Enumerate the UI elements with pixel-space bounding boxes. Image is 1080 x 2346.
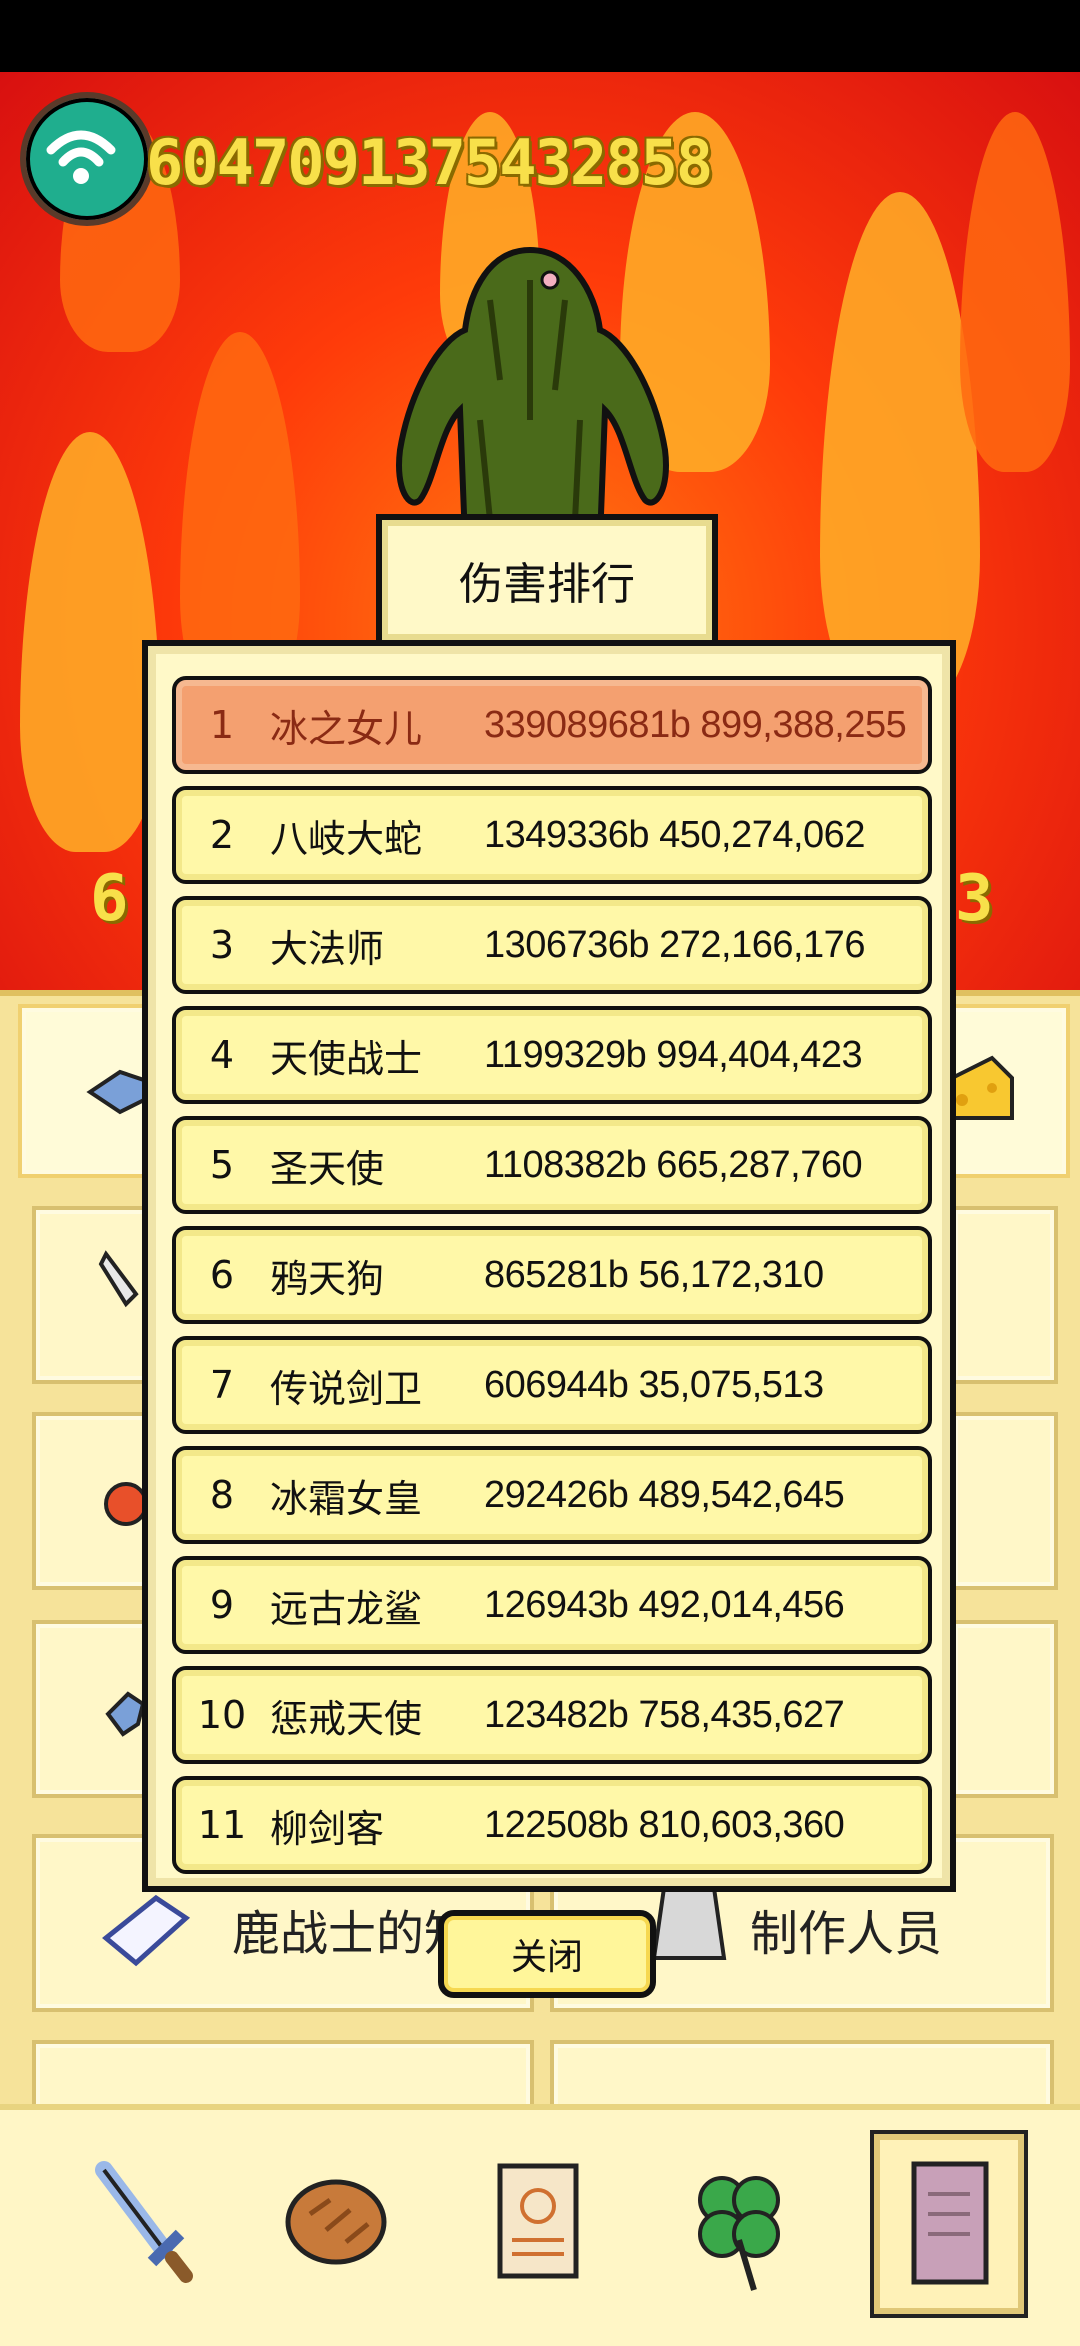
dagger-icon: [98, 1250, 139, 1308]
ranking-row[interactable]: 4 天使战士 1199329b 994,404,423: [172, 1006, 932, 1104]
close-button[interactable]: 关闭: [438, 1910, 656, 1998]
tab-sword[interactable]: [64, 2130, 214, 2310]
rank-name: 柳剑客: [270, 1806, 385, 1851]
tab-bread[interactable]: [264, 2130, 414, 2310]
rank-number: 2: [209, 813, 235, 857]
fish-icon: [105, 1691, 146, 1737]
ranking-modal: 1 冰之女儿 339089681b 899,388,255 2 八岐大蛇 134…: [142, 640, 956, 1892]
rank-number: 3: [209, 923, 235, 967]
book-icon: [911, 2161, 989, 2285]
rank-name: 冰霜女皇: [270, 1476, 423, 1521]
rank-name: 冰之女儿: [270, 706, 423, 751]
grid-slot[interactable]: [32, 1620, 160, 1798]
grid-slot[interactable]: [950, 1206, 1058, 1384]
rank-name: 鸦天狗: [270, 1256, 385, 1301]
monster-sprite[interactable]: [380, 240, 680, 540]
credits-label: 制作人员: [750, 1906, 943, 1962]
book-icon: [102, 1894, 191, 1967]
tab-book[interactable]: [870, 2130, 1028, 2318]
ranking-row[interactable]: 11 柳剑客 122508b 810,603,360: [172, 1776, 932, 1874]
rank-number: 9: [209, 1583, 235, 1627]
rank-score: 292426b 489,542,645: [484, 1473, 845, 1516]
rank-number: 1: [209, 703, 235, 747]
rank-name: 传说剑卫: [270, 1366, 423, 1411]
side-number-right: 3: [955, 862, 994, 936]
rank-number: 10: [197, 1693, 247, 1737]
grid-slot[interactable]: [950, 1412, 1058, 1590]
ranking-row[interactable]: 5 圣天使 1108382b 665,287,760: [172, 1116, 932, 1214]
grid-slot[interactable]: [32, 1206, 160, 1384]
rank-score: 339089681b 899,388,255: [484, 703, 907, 746]
rank-score: 865281b 56,172,310: [484, 1253, 824, 1296]
sword-icon: [95, 2161, 193, 2283]
tab-clover[interactable]: [664, 2130, 814, 2310]
wifi-badge[interactable]: [20, 92, 154, 226]
rank-number: 5: [209, 1143, 235, 1187]
rank-name: 八岐大蛇: [270, 816, 423, 861]
ranking-row[interactable]: 8 冰霜女皇 292426b 489,542,645: [172, 1446, 932, 1544]
flame-decoration: [20, 432, 160, 852]
rank-score: 122508b 810,603,360: [484, 1803, 845, 1846]
side-number-left: 6: [90, 862, 129, 936]
grid-slot[interactable]: [32, 2040, 534, 2112]
ranking-row[interactable]: 10 惩戒天使 123482b 758,435,627: [172, 1666, 932, 1764]
flame-decoration: [820, 192, 980, 712]
rank-name: 圣天使: [270, 1146, 385, 1191]
grid-slot[interactable]: [32, 1412, 160, 1590]
potion-icon: [104, 1482, 148, 1526]
tab-scroll[interactable]: [464, 2130, 614, 2310]
clover-icon: [698, 2176, 780, 2291]
ranking-row[interactable]: 6 鸦天狗 865281b 56,172,310: [172, 1226, 932, 1324]
grid-slot[interactable]: [950, 1620, 1058, 1798]
rank-score: 126943b 492,014,456: [484, 1583, 845, 1626]
gold-counter: 604709137543285​8: [146, 126, 713, 199]
rank-name: 远古龙鲨: [270, 1586, 423, 1631]
status-bar: [0, 0, 1080, 72]
rank-score: 1306736b 272,166,176: [484, 923, 865, 966]
scroll-icon: [497, 2163, 579, 2279]
rank-number: 11: [197, 1803, 247, 1847]
rank-number: 6: [209, 1253, 235, 1297]
rank-score: 1199329b 994,404,423: [484, 1033, 863, 1076]
grid-slot[interactable]: [550, 2040, 1054, 2112]
ranking-row[interactable]: 2 八岐大蛇 1349336b 450,274,062: [172, 786, 932, 884]
rank-score: 1108382b 665,287,760: [484, 1143, 863, 1186]
rank-number: 4: [209, 1033, 235, 1077]
rank-name: 天使战士: [270, 1036, 423, 1081]
rank-name: 惩戒天使: [270, 1696, 423, 1741]
rank-score: 1349336b 450,274,062: [484, 813, 865, 856]
ranking-row[interactable]: 9 远古龙鲨 126943b 492,014,456: [172, 1556, 932, 1654]
rank-number: 7: [209, 1363, 235, 1407]
rank-score: 123482b 758,435,627: [484, 1693, 845, 1736]
ranking-row[interactable]: 1 冰之女儿 339089681b 899,388,255: [172, 676, 932, 774]
bread-icon: [285, 2179, 387, 2265]
rank-number: 8: [209, 1473, 235, 1517]
knowledge-label: 鹿战士的知: [232, 1906, 473, 1962]
wifi-icon: [46, 130, 116, 184]
ranking-row[interactable]: 3 大法师 1306736b 272,166,176: [172, 896, 932, 994]
ranking-title: 伤害排行: [376, 514, 718, 646]
rank-score: 606944b 35,075,513: [484, 1363, 824, 1406]
flame-decoration: [960, 112, 1070, 472]
rank-name: 大法师: [270, 926, 385, 971]
ranking-row[interactable]: 7 传说剑卫 606944b 35,075,513: [172, 1336, 932, 1434]
